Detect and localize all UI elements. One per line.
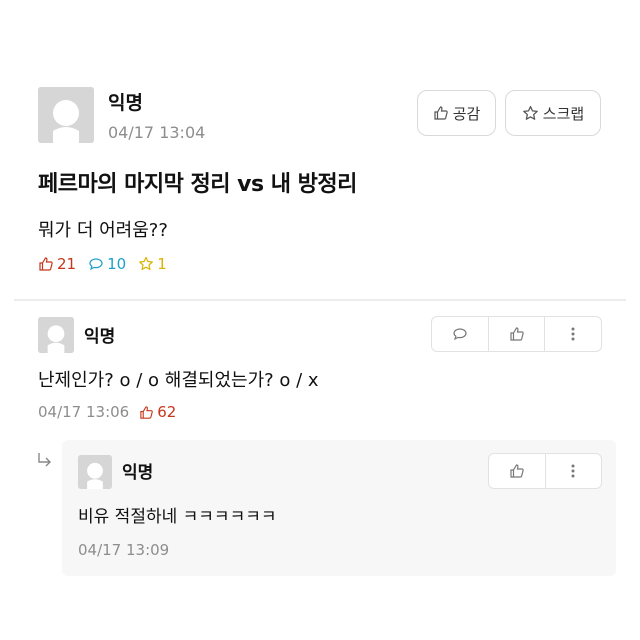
reply-avatar [78, 455, 112, 489]
star-icon [138, 256, 154, 272]
star-icon [522, 105, 539, 122]
reply-button[interactable] [432, 317, 488, 351]
reply-arrow-icon [36, 451, 54, 469]
reply-timestamp: 04/17 13:09 [78, 541, 170, 559]
comment-actions [431, 316, 602, 352]
post-timestamp: 04/17 13:04 [108, 123, 206, 142]
reply-actions [488, 453, 602, 489]
scrap-count: 1 [138, 255, 167, 273]
like-button[interactable]: 공감 [417, 90, 496, 136]
more-vertical-icon [571, 327, 575, 341]
reply-author: 익명 [122, 463, 154, 483]
post-body: 뭐가 더 어려움?? [38, 220, 168, 241]
more-vertical-icon [571, 464, 575, 478]
thumbs-up-icon [509, 326, 525, 342]
comment-meta: 04/17 13:06 62 [38, 403, 176, 421]
comment-like-count-value: 62 [157, 403, 177, 421]
scrap-count-value: 1 [157, 255, 167, 273]
post-stats: 21 10 1 [38, 255, 167, 273]
comment-timestamp: 04/17 13:06 [38, 403, 130, 421]
comment-avatar [38, 317, 74, 353]
scrap-button-label: 스크랩 [542, 104, 585, 123]
scrap-button[interactable]: 스크랩 [505, 90, 601, 136]
post-avatar [38, 87, 94, 143]
speech-bubble-icon [452, 326, 468, 342]
comment-like-button[interactable] [487, 317, 545, 351]
thumbs-up-icon [38, 256, 54, 272]
comment-text: 난제인가? o / o 해결되었는가? o / x [38, 370, 319, 391]
comment-author: 익명 [84, 327, 116, 347]
like-count-value: 21 [57, 255, 77, 273]
comment-count: 10 [88, 255, 126, 273]
comment-like-count: 62 [139, 403, 176, 421]
comment-more-button[interactable] [544, 317, 601, 351]
post-title: 페르마의 마지막 정리 vs 내 방정리 [38, 172, 357, 197]
comment-count-value: 10 [107, 255, 127, 273]
reply-like-button[interactable] [489, 454, 545, 488]
reply-text: 비유 적절하네 ㅋㅋㅋㅋㅋㅋ [78, 507, 277, 527]
thumbs-up-icon [139, 405, 154, 420]
like-button-label: 공감 [452, 104, 481, 123]
thumbs-up-icon [509, 463, 525, 479]
divider [14, 299, 626, 301]
thumbs-up-icon [433, 105, 449, 121]
reply-more-button[interactable] [544, 454, 602, 488]
like-count: 21 [38, 255, 76, 273]
speech-bubble-icon [88, 256, 104, 272]
post-author: 익명 [108, 92, 143, 114]
